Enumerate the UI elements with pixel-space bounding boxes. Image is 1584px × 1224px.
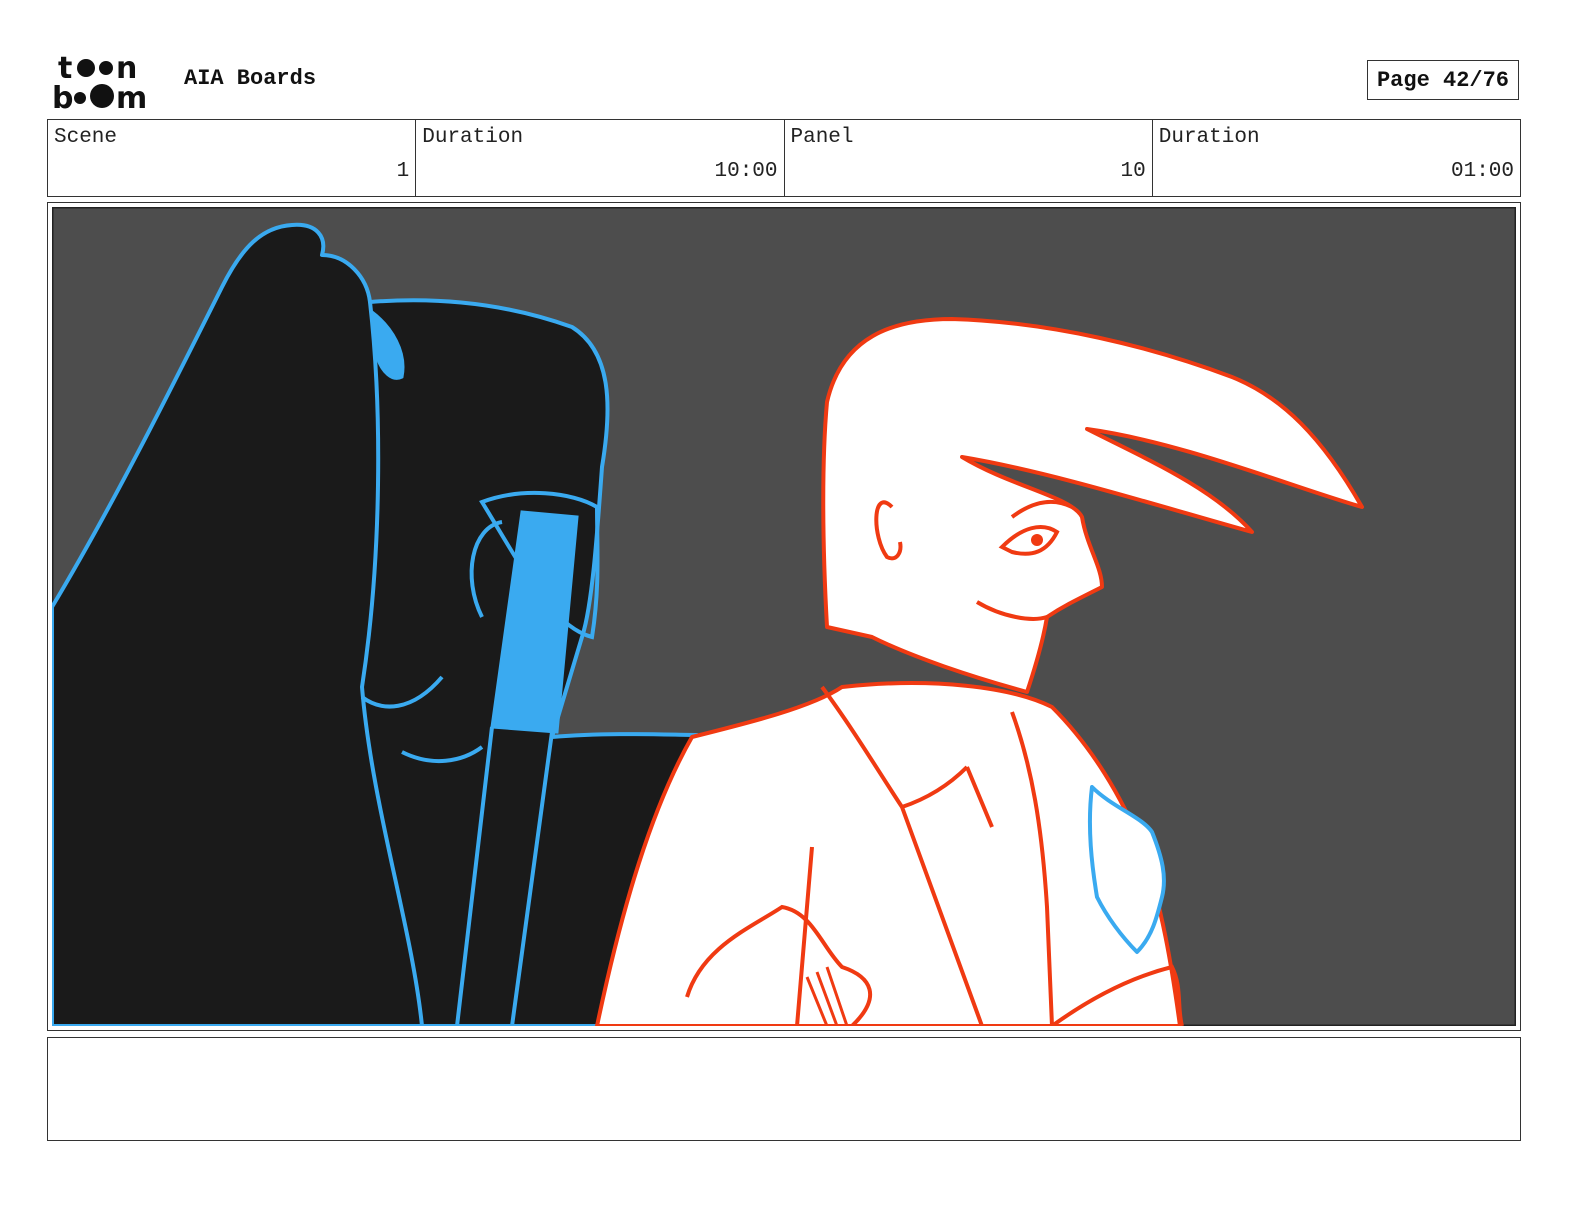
scene-value: 1 bbox=[396, 160, 410, 183]
panel-cell: Panel 10 bbox=[785, 120, 1153, 196]
panel-info-row: Scene 1 Duration 10:00 Panel 10 Duration… bbox=[47, 119, 1521, 197]
panel-duration-label: Duration bbox=[1158, 126, 1260, 149]
scene-duration-cell: Duration 10:00 bbox=[416, 120, 785, 196]
scene-label: Scene bbox=[54, 126, 118, 149]
storyboard-panel-frame bbox=[47, 202, 1521, 1031]
scene-cell: Scene 1 bbox=[48, 120, 417, 196]
panel-duration-cell: Duration 01:00 bbox=[1153, 120, 1520, 196]
scene-duration-value: 10:00 bbox=[714, 160, 778, 183]
storyboard-panel-image bbox=[52, 207, 1516, 1026]
panel-duration-value: 01:00 bbox=[1450, 160, 1514, 183]
panel-label: Panel bbox=[790, 126, 854, 149]
toon-boom-logo: t n b m bbox=[52, 51, 147, 112]
red-character-pupil bbox=[1031, 534, 1043, 546]
scene-duration-label: Duration bbox=[422, 126, 524, 149]
svg-text:m: m bbox=[116, 81, 147, 112]
panel-notes-box bbox=[47, 1037, 1521, 1141]
project-title: AIA Boards bbox=[184, 66, 317, 91]
svg-text:b: b bbox=[52, 81, 73, 112]
panel-value: 10 bbox=[1120, 160, 1146, 183]
page-indicator: Page 42/76 bbox=[1367, 60, 1519, 100]
